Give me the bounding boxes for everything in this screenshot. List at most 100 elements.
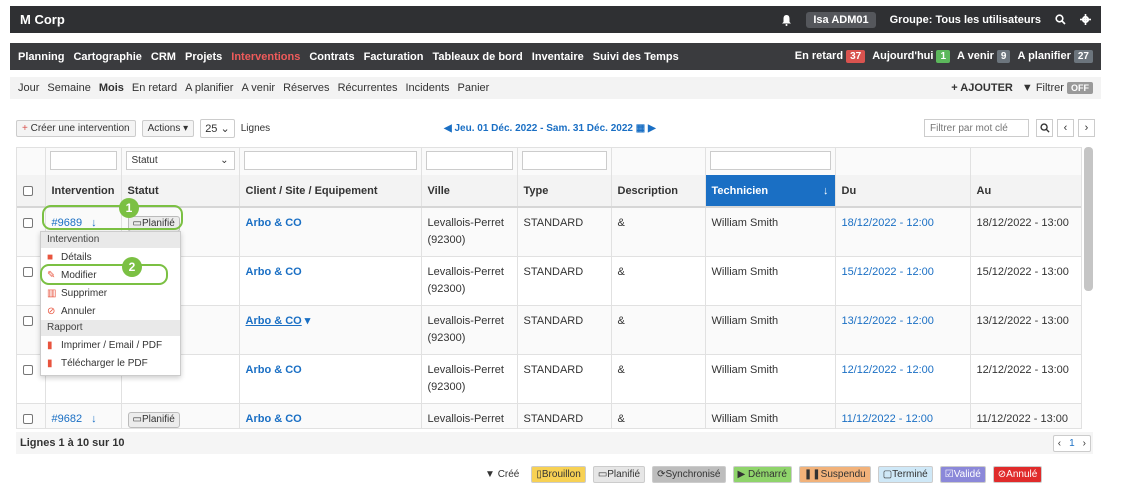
row-checkbox[interactable] xyxy=(23,414,33,424)
col-au[interactable]: Au xyxy=(970,175,1081,208)
nav-facturation[interactable]: Facturation xyxy=(364,51,424,63)
technician-cell: William Smith xyxy=(705,207,836,257)
search-button[interactable] xyxy=(1036,119,1053,137)
subnav-mois[interactable]: Mois xyxy=(99,82,124,94)
filter-client[interactable] xyxy=(243,151,417,170)
trash-icon: ▥ xyxy=(47,287,57,299)
pause-icon: ❚❚ xyxy=(803,469,821,480)
start-date-link[interactable]: 13/12/2022 - 12:00 xyxy=(842,315,934,327)
prev-arrow-icon[interactable]: ◀ xyxy=(444,123,452,134)
brand-name[interactable]: M Corp xyxy=(20,12,65,27)
filter-type[interactable] xyxy=(521,151,607,170)
add-button[interactable]: + AJOUTER xyxy=(951,82,1013,94)
start-date-link[interactable]: 11/12/2022 - 12:00 xyxy=(842,413,934,425)
col-client[interactable]: Client / Site / Equipement xyxy=(239,175,422,208)
filter-toggle[interactable]: ▼ Filtrer OFF xyxy=(1022,82,1093,94)
bell-icon[interactable] xyxy=(781,14,792,26)
filter-ville[interactable] xyxy=(425,151,513,170)
subnav-semaine[interactable]: Semaine xyxy=(47,82,90,94)
nav-suivi-des-temps[interactable]: Suivi des Temps xyxy=(593,51,679,63)
caret-down-icon[interactable]: ▾ xyxy=(305,315,311,327)
start-date-link[interactable]: 15/12/2022 - 12:00 xyxy=(842,266,934,278)
calendar-icon[interactable]: ▦ xyxy=(636,123,645,134)
row-checkbox[interactable] xyxy=(23,316,33,326)
type-cell: STANDARD xyxy=(517,256,612,306)
nav-cartographie[interactable]: Cartographie xyxy=(73,51,141,63)
header-row: Intervention Statut Client / Site / Equi… xyxy=(17,175,1081,208)
sub-nav: Jour Semaine Mois En retard A planifier … xyxy=(10,77,1101,99)
zip: (92300) xyxy=(427,283,466,295)
row-checkbox[interactable] xyxy=(23,365,33,375)
nav-tableaux-de-bord[interactable]: Tableaux de bord xyxy=(433,51,523,63)
create-intervention-button[interactable]: + Créer une intervention xyxy=(16,119,136,137)
counter-a-planifier[interactable]: A planifier 27 xyxy=(1017,50,1093,63)
counter-a-venir[interactable]: A venir 9 xyxy=(957,50,1011,63)
col-description[interactable]: Description xyxy=(611,175,706,208)
subnav-en-retard[interactable]: En retard xyxy=(132,82,177,94)
pager-prev-icon[interactable]: ‹ xyxy=(1054,436,1065,451)
subnav-panier[interactable]: Panier xyxy=(458,82,490,94)
nav-crm[interactable]: CRM xyxy=(151,51,176,63)
arrow-down-icon[interactable]: ↓ xyxy=(91,413,97,425)
counter-aujourdhui[interactable]: Aujourd'hui 1 xyxy=(872,50,951,63)
select-all-checkbox[interactable] xyxy=(23,185,33,196)
row-checkbox[interactable] xyxy=(23,218,33,228)
next-arrow-icon[interactable]: ▶ xyxy=(648,123,656,134)
keyword-search-input[interactable] xyxy=(924,119,1029,137)
menu-item-cancel[interactable]: ⊘ Annuler xyxy=(41,302,180,320)
menu-item-download[interactable]: ▮ Télécharger le PDF xyxy=(41,354,180,372)
gear-icon[interactable] xyxy=(1080,14,1091,25)
user-badge[interactable]: Isa ADM01 xyxy=(806,11,876,28)
group-selector[interactable]: Groupe: Tous les utilisateurs xyxy=(890,14,1041,26)
square-icon: ▢ xyxy=(882,469,893,480)
nav-interventions[interactable]: Interventions xyxy=(231,51,300,63)
subnav-reserves[interactable]: Réserves xyxy=(283,82,329,94)
client-link[interactable]: Arbo & CO xyxy=(246,315,302,327)
nav-inventaire[interactable]: Inventaire xyxy=(532,51,584,63)
filter-intervention[interactable] xyxy=(49,151,117,170)
end-date-cell: 11/12/2022 - 13:00 xyxy=(970,403,1081,428)
page-size-select[interactable]: 25 ⌄ xyxy=(200,118,235,138)
client-link[interactable]: Arbo & CO xyxy=(246,364,302,376)
nav-contrats[interactable]: Contrats xyxy=(309,51,354,63)
actions-dropdown[interactable]: Actions ▾ xyxy=(141,119,195,137)
counter-en-retard[interactable]: En retard 37 xyxy=(795,50,866,63)
row-checkbox[interactable] xyxy=(23,267,33,277)
subnav-recurrentes[interactable]: Récurrentes xyxy=(338,82,398,94)
next-page-button[interactable]: › xyxy=(1078,119,1095,137)
subnav-a-planifier[interactable]: A planifier xyxy=(185,82,233,94)
col-type[interactable]: Type xyxy=(517,175,612,208)
col-du[interactable]: Du xyxy=(835,175,971,208)
pager-current-page[interactable]: 1 xyxy=(1065,436,1079,451)
pager-next-icon[interactable]: › xyxy=(1079,436,1090,451)
nav-projets[interactable]: Projets xyxy=(185,51,222,63)
menu-item-print[interactable]: ▮ Imprimer / Email / PDF xyxy=(41,336,180,354)
client-link[interactable]: Arbo & CO xyxy=(246,266,302,278)
date-range[interactable]: ◀ Jeu. 01 Déc. 2022 - Sam. 31 Déc. 2022 … xyxy=(444,123,656,134)
play-icon: ▶ xyxy=(737,469,746,480)
top-bar: M Corp Isa ADM01 Groupe: Tous les utilis… xyxy=(10,6,1101,33)
technician-cell: William Smith xyxy=(705,403,836,428)
col-statut[interactable]: Statut xyxy=(121,175,240,208)
technician-cell: William Smith xyxy=(705,354,836,404)
col-ville[interactable]: Ville xyxy=(421,175,518,208)
table-scrollbar[interactable] xyxy=(1084,147,1093,291)
subnav-a-venir[interactable]: A venir xyxy=(241,82,275,94)
col-intervention[interactable]: Intervention xyxy=(45,175,122,208)
intervention-id-link[interactable]: #9682 xyxy=(52,413,83,425)
client-link[interactable]: Arbo & CO xyxy=(246,413,302,425)
start-date-link[interactable]: 12/12/2022 - 12:00 xyxy=(842,364,934,376)
prev-page-button[interactable]: ‹ xyxy=(1057,119,1074,137)
search-icon[interactable] xyxy=(1055,14,1066,25)
legend-valide: ☑Validé xyxy=(939,466,986,483)
col-technicien[interactable]: Technicien ↓ xyxy=(705,175,836,208)
menu-item-delete[interactable]: ▥ Supprimer xyxy=(41,284,180,302)
filter-statut[interactable]: Statut ⌄ xyxy=(125,151,235,170)
nav-planning[interactable]: Planning xyxy=(18,51,64,63)
start-date-link[interactable]: 18/12/2022 - 12:00 xyxy=(842,217,934,229)
client-link[interactable]: Arbo & CO xyxy=(246,217,302,229)
subnav-jour[interactable]: Jour xyxy=(18,82,39,94)
table-row[interactable]: #9682 ↓ ▭Planifié Arbo & CO Levallois-Pe… xyxy=(17,403,1081,428)
filter-technicien[interactable] xyxy=(709,151,831,170)
subnav-incidents[interactable]: Incidents xyxy=(405,82,449,94)
